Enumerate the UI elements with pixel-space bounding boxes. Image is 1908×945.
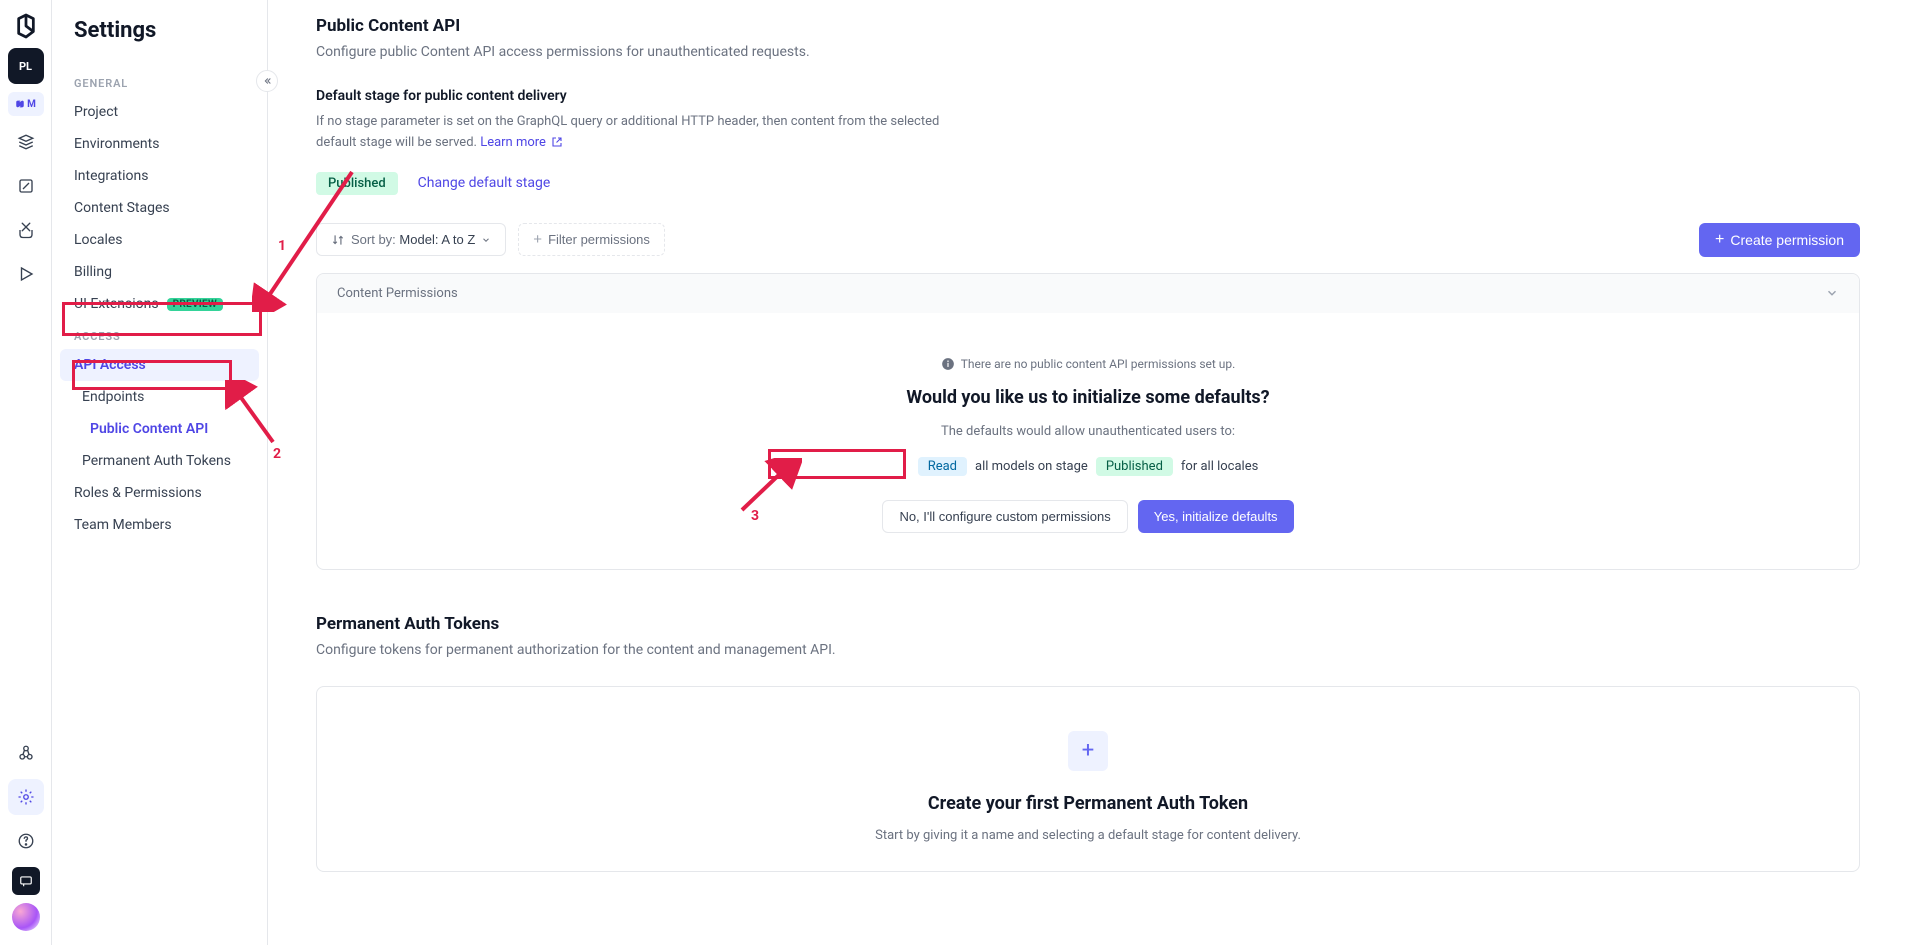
create-token-tile[interactable]: +: [1068, 731, 1108, 771]
side-item-environments[interactable]: Environments: [52, 128, 267, 160]
tokens-empty-panel: + Create your first Permanent Auth Token…: [316, 686, 1860, 872]
side-item-ui-extensions[interactable]: UI Extensions PREVIEW: [52, 288, 267, 320]
side-item-roles[interactable]: Roles & Permissions: [52, 477, 267, 509]
sort-by-dropdown[interactable]: Sort by: Model: A to Z: [316, 223, 506, 256]
side-item-billing[interactable]: Billing: [52, 256, 267, 288]
user-avatar[interactable]: [12, 903, 40, 931]
app-logo[interactable]: [12, 12, 40, 40]
initialize-defaults-title: Would you like us to initialize some def…: [337, 387, 1839, 408]
learn-more-link[interactable]: Learn more: [480, 135, 563, 150]
external-link-icon: [551, 135, 563, 156]
read-chip: Read: [918, 457, 967, 476]
side-item-permanent-tokens[interactable]: Permanent Auth Tokens: [52, 445, 267, 477]
published-chip: Published: [1096, 457, 1173, 476]
default-stage-desc: If no stage parameter is set on the Grap…: [316, 112, 956, 156]
preview-badge: PREVIEW: [167, 298, 223, 311]
info-icon: [941, 357, 955, 371]
content-permissions-panel: Content Permissions There are no public …: [316, 273, 1860, 570]
rail-project-badge[interactable]: PL: [8, 48, 44, 84]
side-item-locales[interactable]: Locales: [52, 224, 267, 256]
rail-content-icon[interactable]: [8, 168, 44, 204]
published-stage-badge: Published: [316, 172, 398, 195]
create-token-desc: Start by giving it a name and selecting …: [337, 828, 1839, 843]
rail-env-badge[interactable]: M: [8, 92, 44, 116]
tokens-section-title: Permanent Auth Tokens: [316, 614, 1860, 634]
create-token-title: Create your first Permanent Auth Token: [337, 793, 1839, 814]
initialize-defaults-desc: The defaults would allow unauthenticated…: [337, 424, 1839, 439]
section-general-label: GENERAL: [52, 67, 267, 96]
settings-sidebar: Settings GENERAL Project Environments In…: [52, 0, 268, 945]
collapse-sidebar-button[interactable]: [256, 70, 278, 92]
chevron-down-icon: [481, 235, 491, 245]
side-item-team[interactable]: Team Members: [52, 509, 267, 541]
rail-settings-icon[interactable]: [8, 779, 44, 815]
app-rail: PL M: [0, 0, 52, 945]
rail-chat-icon[interactable]: [12, 867, 40, 895]
rail-schema-icon[interactable]: [8, 124, 44, 160]
side-item-public-content-api[interactable]: Public Content API: [60, 413, 259, 445]
initialize-defaults-button[interactable]: Yes, initialize defaults: [1138, 500, 1294, 533]
side-item-integrations[interactable]: Integrations: [52, 160, 267, 192]
section-access-label: ACCESS: [52, 320, 267, 349]
page-desc: Configure public Content API access perm…: [316, 44, 1860, 60]
create-permission-button[interactable]: + Create permission: [1699, 223, 1860, 257]
tokens-section-desc: Configure tokens for permanent authoriza…: [316, 642, 1860, 658]
side-item-endpoints[interactable]: Endpoints: [52, 381, 267, 413]
filter-permissions-button[interactable]: + Filter permissions: [518, 223, 665, 256]
side-item-project[interactable]: Project: [52, 96, 267, 128]
configure-custom-button[interactable]: No, I'll configure custom permissions: [882, 500, 1127, 533]
rail-help-icon[interactable]: [8, 823, 44, 859]
main-content: Public Content API Configure public Cont…: [268, 0, 1908, 945]
empty-info-text: There are no public content API permissi…: [337, 357, 1839, 371]
default-stage-title: Default stage for public content deliver…: [316, 88, 1860, 104]
rail-play-icon[interactable]: [8, 256, 44, 292]
content-permissions-header[interactable]: Content Permissions: [317, 274, 1859, 313]
page-title: Public Content API: [316, 16, 1860, 36]
defaults-chip-row: Read all models on stage Published for a…: [337, 457, 1839, 476]
sidebar-title: Settings: [52, 18, 267, 43]
side-item-api-access[interactable]: API Access: [60, 349, 259, 381]
rail-webhooks-icon[interactable]: [8, 735, 44, 771]
side-item-content-stages[interactable]: Content Stages: [52, 192, 267, 224]
chevron-down-icon: [1825, 286, 1839, 300]
change-default-stage-link[interactable]: Change default stage: [418, 175, 551, 191]
rail-assets-icon[interactable]: [8, 212, 44, 248]
